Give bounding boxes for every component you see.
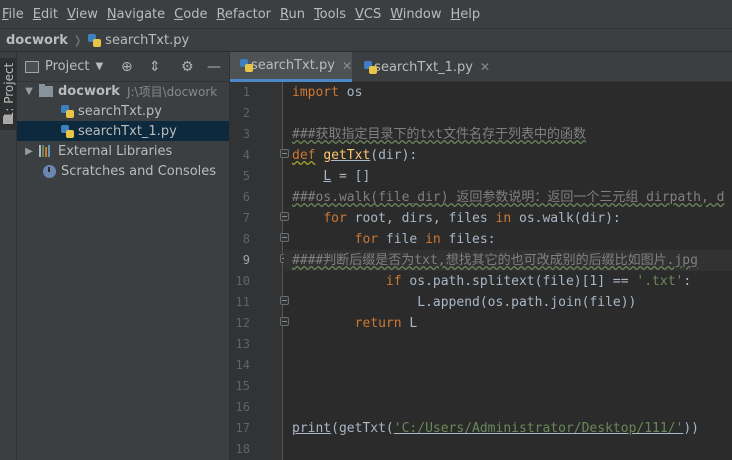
menu-refactor[interactable]: Refactor	[214, 7, 277, 22]
tab-label: searchTxt_1.py	[374, 59, 473, 75]
collapse-all-icon[interactable]: ⇕	[149, 59, 161, 75]
folder-icon	[39, 83, 53, 97]
line-number: 12	[235, 316, 250, 330]
line-number: 3	[242, 127, 250, 141]
line-number: 15	[235, 379, 250, 393]
line-number: 11	[235, 295, 250, 309]
tree-item-scratches[interactable]: Scratches and Consoles	[17, 161, 229, 181]
breadcrumb-project[interactable]: docwork	[6, 33, 68, 48]
folder-icon	[3, 116, 13, 124]
menu-file[interactable]: File	[0, 7, 30, 22]
python-file-icon	[61, 104, 74, 118]
code-line: L.append(os.path.join(file))	[417, 295, 637, 310]
project-root-path: J:\项目\docwork	[126, 84, 218, 99]
line-number: 16	[235, 400, 250, 414]
menu-run[interactable]: Run	[278, 7, 311, 22]
menu-vcs[interactable]: VCS	[353, 7, 387, 22]
line-number: 14	[235, 358, 250, 372]
line-number: 2	[242, 106, 250, 120]
line-number: 7	[242, 211, 250, 225]
tree-item-file-selected[interactable]: searchTxt_1.py	[17, 121, 229, 141]
line-number: 4	[242, 148, 250, 162]
code-line: print(getTxt('C:/Users/Administrator/Des…	[292, 421, 700, 436]
close-icon[interactable]: ✕	[480, 60, 490, 74]
code-line: ###os.walk(file_dir) 返回参数说明：返回一个三元组 dirp…	[292, 190, 725, 205]
menu-tools[interactable]: Tools	[312, 7, 352, 22]
tree-item-label: searchTxt.py	[78, 103, 162, 119]
editor-gutter[interactable]: 1 2 3 4 5 6 7 8 9 10 11 12 13 14 15 16 1…	[230, 82, 289, 460]
chevron-down-icon[interactable]: ▼	[23, 86, 35, 97]
line-number: 5	[242, 169, 250, 183]
close-icon[interactable]: ✕	[342, 59, 352, 73]
hide-icon[interactable]: —	[207, 59, 221, 75]
line-number: 1	[242, 85, 250, 99]
python-file-icon	[240, 59, 253, 72]
menu-view[interactable]: View	[65, 7, 104, 22]
tree-item-file[interactable]: searchTxt.py	[17, 101, 229, 121]
library-icon	[39, 145, 53, 157]
line-number: 8	[242, 232, 250, 246]
code-line: return L	[354, 316, 418, 331]
chevron-down-icon[interactable]: ▼	[95, 61, 103, 72]
line-number: 13	[235, 337, 250, 351]
breadcrumb-separator-icon: ❭	[72, 33, 83, 47]
python-file-icon	[88, 33, 102, 47]
tab-searchtxt-1[interactable]: searchTxt_1.py ✕	[354, 52, 490, 82]
breadcrumb-file[interactable]: searchTxt.py	[105, 33, 189, 48]
line-number: 18	[235, 442, 250, 456]
code-line: for root, dirs, files in os.walk(dir):	[323, 211, 621, 226]
code-line: L = []	[323, 169, 371, 184]
tree-item-label: Scratches and Consoles	[61, 163, 217, 179]
line-number: 10	[235, 274, 250, 288]
project-view-selector[interactable]: Project	[45, 59, 89, 74]
tree-item-external-libraries[interactable]: ▶ External Libraries	[17, 141, 229, 161]
project-panel: Project ▼ ⊕ ⇕ ⚙ — ▼ docwork J:\项目\docwor…	[17, 52, 230, 460]
menu-bar: File Edit View Navigate Code Refactor Ru…	[0, 0, 732, 28]
project-view-icon	[25, 60, 39, 73]
menu-help[interactable]: Help	[449, 7, 487, 22]
editor-tab-bar: searchTxt.py ✕ searchTxt_1.py ✕	[230, 52, 732, 82]
code-line: for file in files:	[354, 232, 496, 247]
menu-edit[interactable]: Edit	[31, 7, 64, 22]
locate-icon[interactable]: ⊕	[121, 59, 133, 75]
tree-item-project-root[interactable]: ▼ docwork J:\项目\docwork	[17, 81, 229, 101]
code-line: import os	[292, 85, 363, 100]
project-panel-header: Project ▼ ⊕ ⇕ ⚙ —	[17, 52, 229, 82]
menu-navigate[interactable]: Navigate	[105, 7, 171, 22]
tab-searchtxt[interactable]: searchTxt.py ✕	[230, 52, 352, 82]
project-root-label: docwork	[58, 83, 120, 99]
python-file-icon	[61, 124, 74, 138]
chevron-right-icon[interactable]: ▶	[23, 146, 35, 157]
project-tool-tab-label: 1: Project	[2, 62, 16, 120]
menu-code[interactable]: Code	[172, 7, 213, 22]
code-line-current: ####判断后缀是否为txt,想找其它的也可改成别的后缀比如图片.jpg	[292, 253, 698, 268]
tree-item-label: External Libraries	[58, 143, 173, 159]
scratches-icon	[43, 164, 56, 178]
line-number: 6	[242, 190, 250, 204]
tab-label: searchTxt.py	[250, 58, 335, 73]
line-number-current: 9	[242, 253, 250, 267]
menu-window[interactable]: Window	[388, 7, 447, 22]
tree-item-label: searchTxt_1.py	[78, 123, 177, 139]
code-editor[interactable]: import os ###获取指定目录下的txt文件名存于列表中的函数 def …	[284, 82, 732, 460]
code-line: if os.path.splitext(file)[1] == '.txt':	[385, 274, 692, 289]
line-number: 17	[235, 421, 250, 435]
gear-icon[interactable]: ⚙	[181, 59, 194, 75]
code-line: ###获取指定目录下的txt文件名存于列表中的函数	[292, 127, 586, 142]
python-file-icon	[364, 60, 377, 74]
code-line: def getTxt(dir):	[292, 148, 418, 163]
breadcrumb: docwork ❭ searchTxt.py	[0, 28, 732, 52]
